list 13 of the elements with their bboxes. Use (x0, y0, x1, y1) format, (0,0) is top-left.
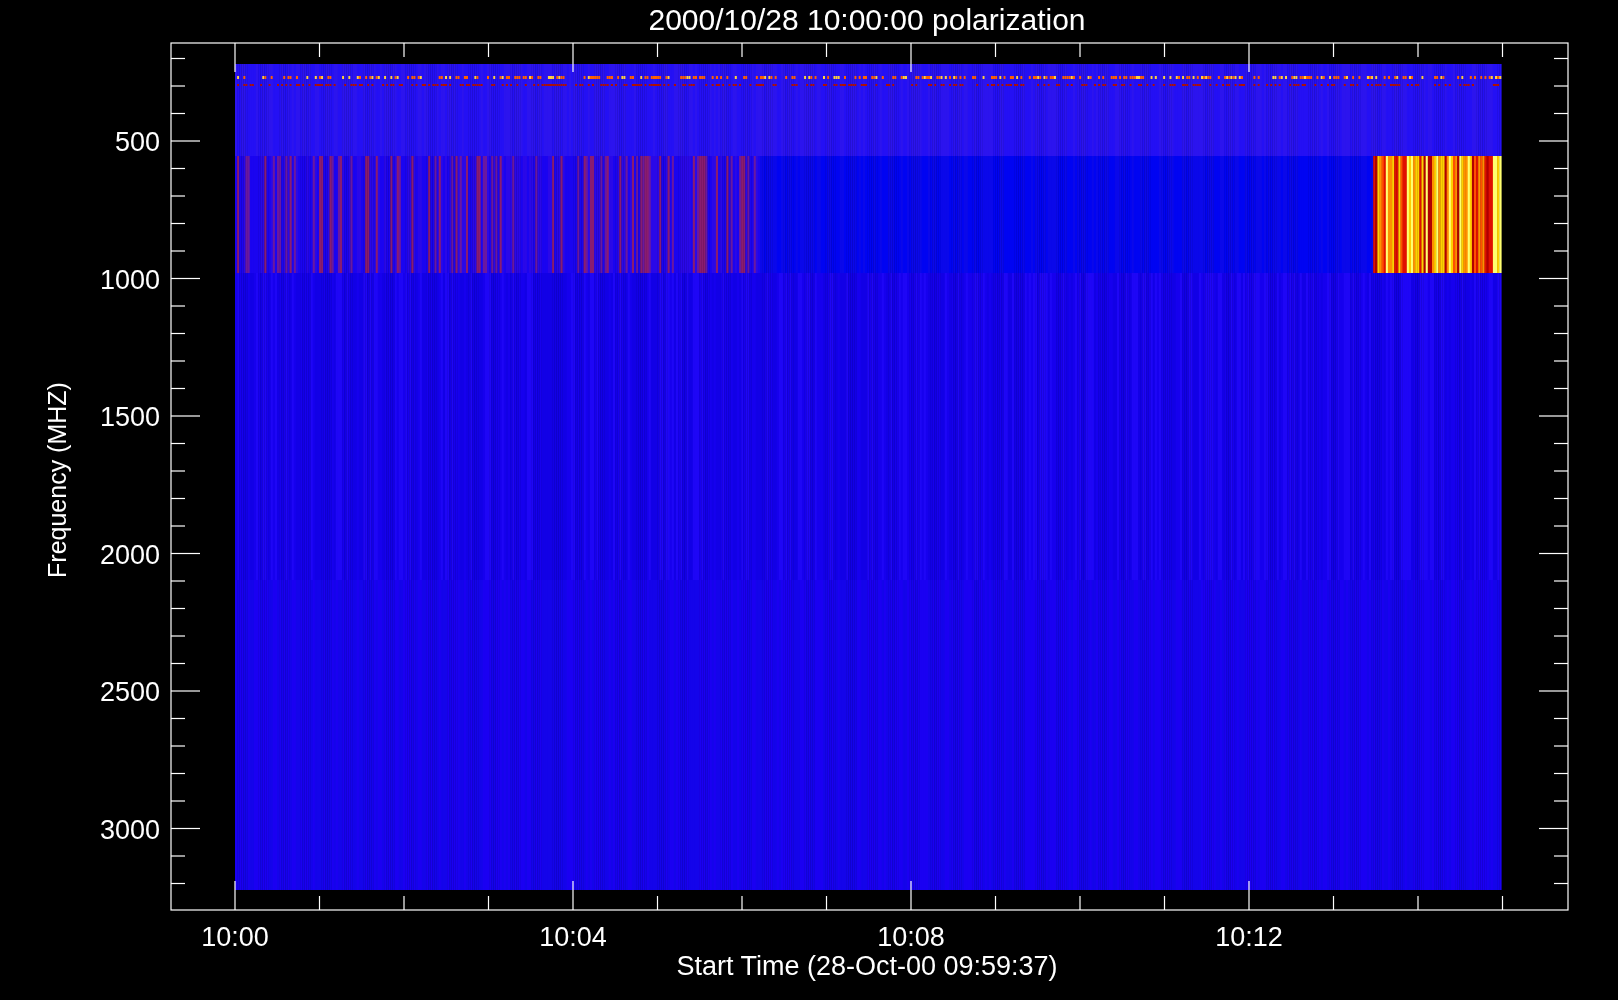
tick-label: 10:00 (201, 922, 269, 952)
tick-label: 2500 (99, 677, 160, 707)
tick-label: 10:08 (877, 922, 945, 952)
tick-label: 10:12 (1215, 922, 1283, 952)
tick-label: 10:04 (539, 922, 607, 952)
axis-label: Frequency (MHZ) (43, 382, 71, 578)
tick-label: 500 (114, 127, 160, 157)
tick-label: 2000 (99, 539, 160, 570)
plot-title: 2000/10/28 10:00:00 polarization (648, 3, 1086, 36)
axis-label: Start Time (28-Oct-00 09:59:37) (676, 951, 1058, 981)
tick-label: 1500 (99, 402, 160, 432)
tick-label: 3000 (99, 814, 160, 845)
tick-label: 1000 (99, 264, 160, 295)
